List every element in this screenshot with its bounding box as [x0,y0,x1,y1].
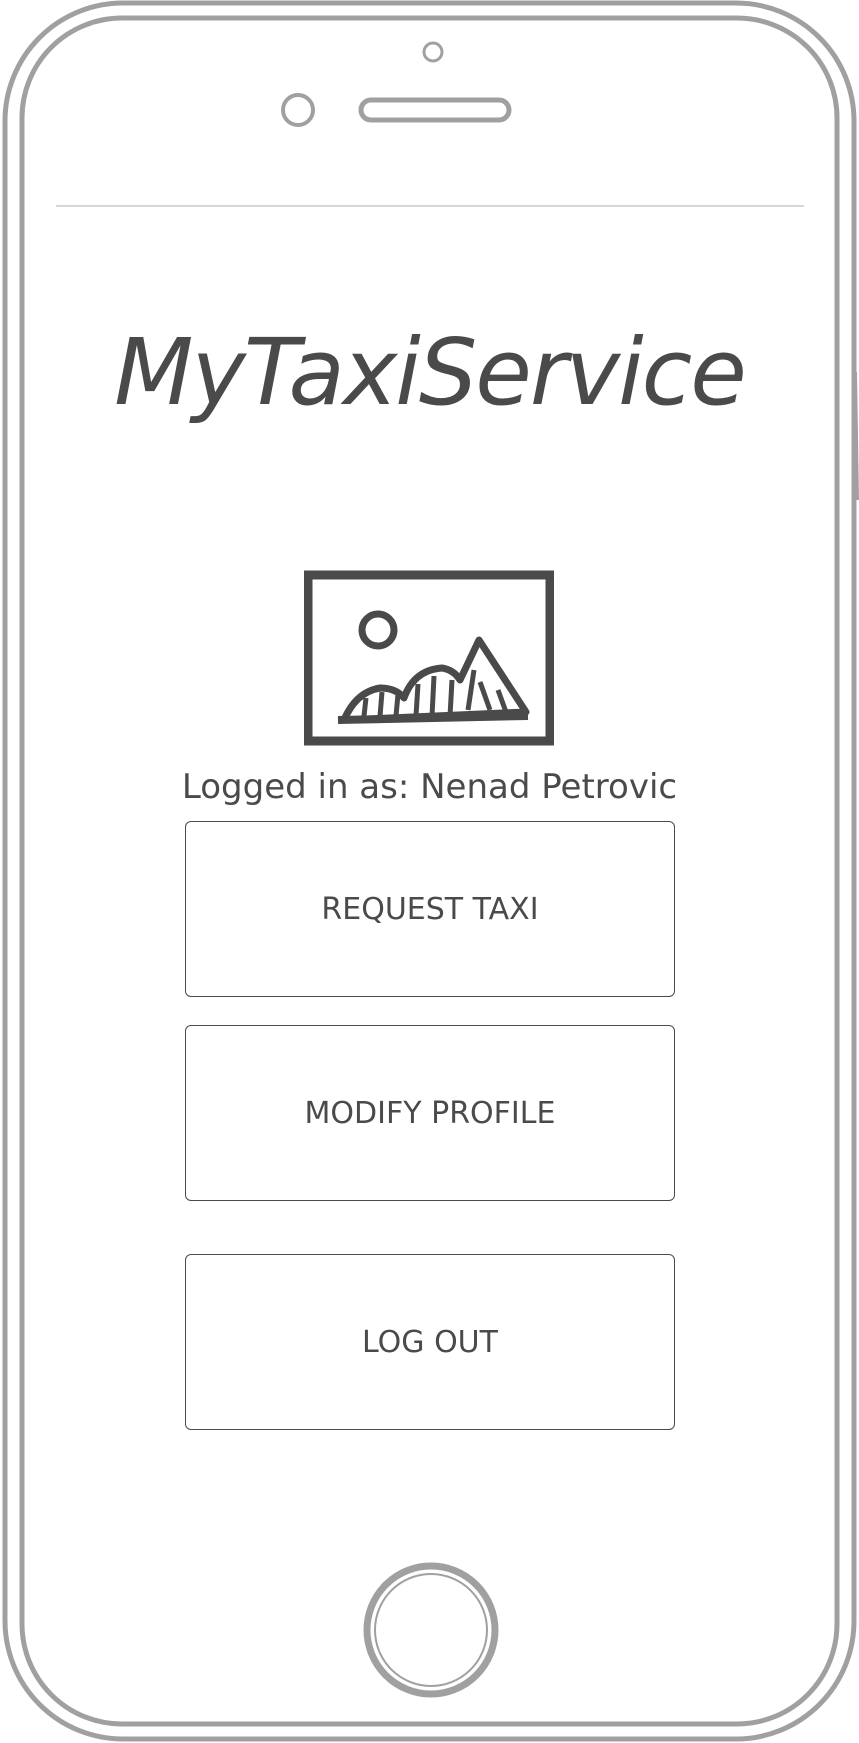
log-out-button[interactable]: LOG OUT [185,1254,675,1430]
proximity-sensor-icon [422,41,444,63]
log-out-label: LOG OUT [362,1324,498,1360]
request-taxi-button[interactable]: REQUEST TAXI [185,821,675,997]
earpiece-speaker-icon [358,97,512,123]
modify-profile-label: MODIFY PROFILE [304,1095,556,1131]
logged-in-label: Logged in as: Nenad Petrovic [181,767,678,807]
modify-profile-button[interactable]: MODIFY PROFILE [185,1025,675,1201]
image-placeholder-icon [304,570,554,746]
home-button-icon[interactable] [362,1561,500,1699]
app-title: MyTaxiService [114,319,747,426]
request-taxi-label: REQUEST TAXI [321,891,539,927]
front-camera-icon [281,93,315,127]
